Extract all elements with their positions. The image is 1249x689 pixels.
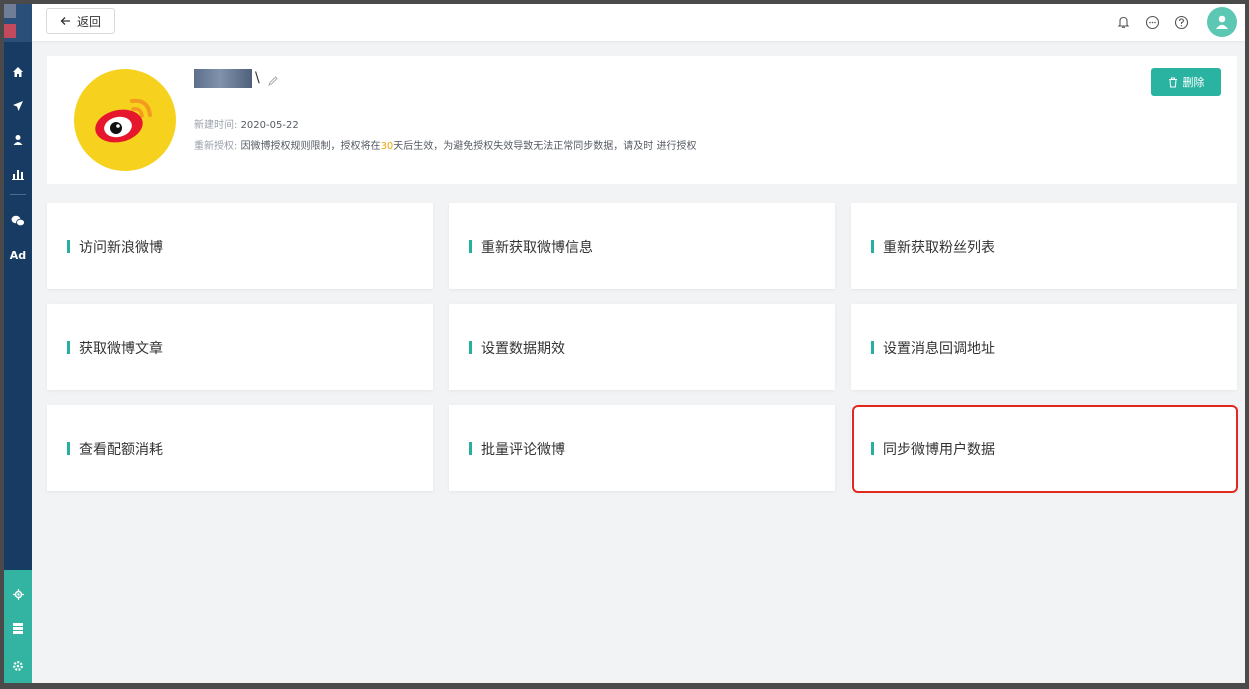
- sidebar: Ad: [4, 4, 32, 683]
- top-bar: 返回: [32, 4, 1245, 41]
- user-icon[interactable]: [4, 128, 32, 152]
- action-label: 同步微博用户数据: [883, 442, 995, 458]
- action-set-callback-url[interactable]: 设置消息回调地址: [851, 304, 1237, 390]
- weibo-logo: [74, 69, 176, 171]
- created-time: 新建时间: 2020-05-22: [194, 116, 299, 131]
- ad-nav-item[interactable]: Ad: [4, 243, 32, 267]
- created-time-value: 2020-05-22: [240, 120, 299, 131]
- arrow-left-icon: [60, 17, 70, 25]
- account-name-redacted: [194, 69, 252, 88]
- send-icon[interactable]: [4, 94, 32, 118]
- avatar-icon: [1216, 15, 1228, 29]
- profile-card: \ 新建时间: 2020-05-22 重新授权: 因微博授权规则限制，授权将在3…: [47, 56, 1237, 184]
- action-label: 重新获取粉丝列表: [883, 240, 995, 256]
- brain-icon[interactable]: [4, 582, 32, 606]
- action-view-quota[interactable]: 查看配额消耗: [47, 405, 433, 491]
- created-time-label: 新建时间:: [194, 120, 241, 131]
- action-sync-user-data[interactable]: 同步微博用户数据: [851, 405, 1237, 491]
- sidebar-logo: [4, 4, 32, 42]
- database-icon[interactable]: [4, 616, 32, 640]
- action-label: 批量评论微博: [481, 442, 565, 458]
- message-icon[interactable]: [1143, 13, 1161, 31]
- delete-button[interactable]: 删除: [1151, 68, 1221, 96]
- action-fetch-articles[interactable]: 获取微博文章: [47, 304, 433, 390]
- reauth-text-post[interactable]: 天后生效，为避免授权失效导致无法正常同步数据，请及时 进行授权: [393, 141, 696, 152]
- sidebar-tools: [4, 570, 32, 683]
- reauth-days: 30: [380, 141, 394, 152]
- reauth-text-pre: 因微博授权规则限制，授权将在: [240, 141, 381, 152]
- back-button-label: 返回: [76, 14, 101, 29]
- back-button[interactable]: 返回: [46, 8, 115, 34]
- app-window: Ad 返回 \ 新建时间: 2020-05-22 重新授权: 因微博授权规则限制…: [4, 4, 1245, 683]
- bar-chart-icon[interactable]: [4, 162, 32, 186]
- edit-icon[interactable]: [267, 75, 279, 87]
- reauth-notice: 重新授权: 因微博授权规则限制，授权将在30天后生效，为避免授权失效导致无法正常…: [194, 137, 696, 152]
- ad-label: Ad: [9, 248, 27, 262]
- gear-icon[interactable]: [4, 654, 32, 678]
- action-label: 查看配额消耗: [79, 442, 163, 458]
- avatar[interactable]: [1207, 7, 1237, 37]
- action-visit-weibo[interactable]: 访问新浪微博: [47, 203, 433, 289]
- home-icon[interactable]: [4, 60, 32, 84]
- account-name-suffix: \: [255, 70, 260, 86]
- help-icon[interactable]: [1172, 13, 1190, 31]
- reauth-label: 重新授权:: [194, 141, 241, 152]
- action-refetch-weibo-info[interactable]: 重新获取微博信息: [449, 203, 835, 289]
- bell-icon[interactable]: [1114, 13, 1132, 31]
- action-label: 重新获取微博信息: [481, 240, 593, 256]
- action-label: 访问新浪微博: [79, 240, 163, 256]
- action-batch-comment[interactable]: 批量评论微博: [449, 405, 835, 491]
- delete-button-label: 删除: [1182, 76, 1205, 89]
- trash-icon: [1168, 77, 1177, 87]
- action-label: 设置数据期效: [481, 341, 565, 357]
- action-label: 获取微博文章: [79, 341, 163, 357]
- action-label: 设置消息回调地址: [883, 341, 995, 357]
- wechat-icon[interactable]: [4, 209, 32, 233]
- action-refetch-fans[interactable]: 重新获取粉丝列表: [851, 203, 1237, 289]
- action-set-data-expiry[interactable]: 设置数据期效: [449, 304, 835, 390]
